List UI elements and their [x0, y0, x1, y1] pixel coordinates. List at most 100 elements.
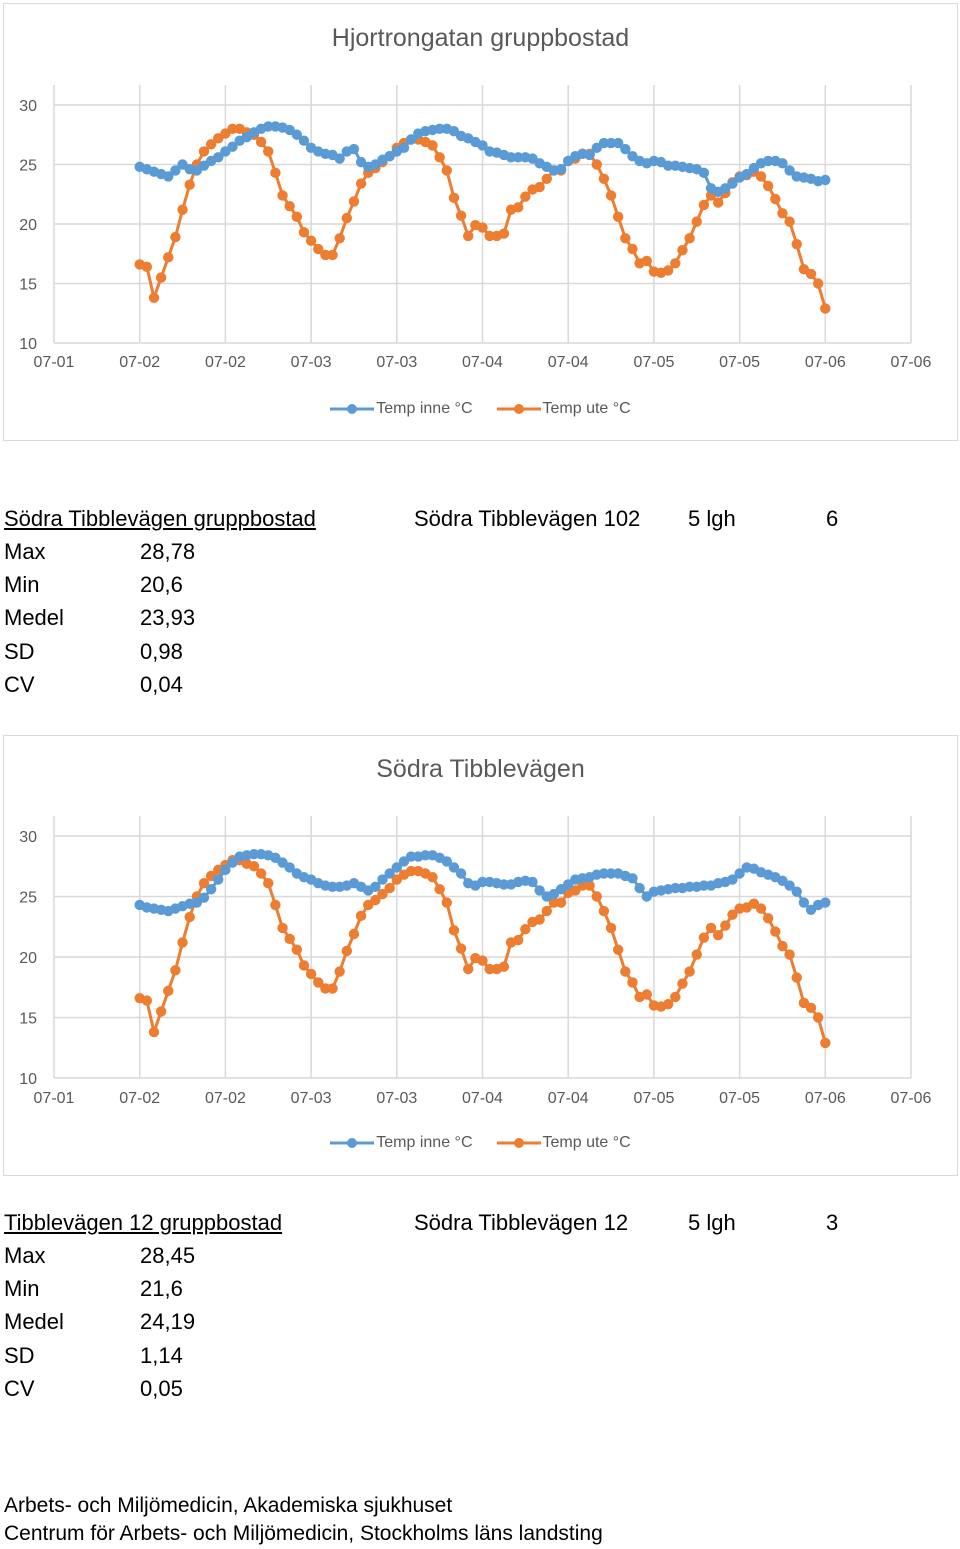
x-tick-label: 07-06 — [805, 354, 846, 371]
stat-label: SD — [4, 1342, 35, 1368]
stat-label: Min — [4, 1276, 40, 1302]
data-point-outside — [684, 966, 695, 977]
x-tick-label: 07-01 — [34, 1090, 75, 1107]
data-point-outside — [327, 983, 338, 994]
data-point-outside — [513, 202, 524, 213]
x-tick-label: 07-01 — [34, 354, 75, 371]
stat-value: 21,6 — [140, 1276, 183, 1302]
data-point-outside — [184, 179, 195, 190]
data-point-outside — [441, 897, 452, 908]
block2-address: Södra Tibblevägen 12 — [414, 1210, 629, 1235]
data-point-outside — [477, 222, 488, 233]
footer-line-2: Centrum för Arbets- och Miljömedicin, St… — [4, 1522, 603, 1545]
data-point-outside — [541, 173, 552, 184]
data-point-outside — [712, 930, 724, 941]
x-tick-label: 07-06 — [891, 354, 932, 371]
data-point-outside — [598, 173, 610, 184]
data-point-inside — [791, 886, 802, 897]
data-point-outside — [184, 911, 195, 923]
data-point-outside — [141, 995, 153, 1006]
data-point-outside — [177, 204, 188, 215]
data-point-outside — [534, 914, 545, 925]
data-point-outside — [291, 211, 303, 223]
data-point-outside — [591, 891, 602, 902]
data-point-outside — [498, 228, 510, 239]
data-point-inside — [555, 164, 567, 175]
x-tick-label: 07-02 — [205, 1090, 246, 1107]
x-tick-label: 07-05 — [633, 354, 674, 371]
data-point-outside — [334, 966, 345, 977]
stat-value: 24,19 — [140, 1309, 196, 1335]
legend-label-inside: Temp inne °C — [376, 400, 473, 417]
data-point-outside — [820, 303, 831, 314]
data-point-outside — [334, 233, 345, 244]
data-point-outside — [534, 181, 545, 193]
data-point-outside — [434, 152, 445, 163]
data-point-outside — [148, 1026, 160, 1038]
data-point-outside — [784, 216, 795, 227]
y-tick-label: 25 — [19, 158, 37, 175]
block2-count: 3 — [826, 1210, 839, 1235]
data-point-outside — [641, 989, 652, 1000]
stat-label: Max — [4, 539, 46, 564]
stat-value: 28,45 — [140, 1243, 196, 1268]
x-tick-label: 07-05 — [633, 1090, 674, 1107]
data-point-outside — [770, 926, 781, 937]
data-point-outside — [163, 252, 174, 263]
data-point-outside — [698, 932, 710, 943]
data-point-outside — [791, 972, 802, 983]
data-point-outside — [720, 920, 731, 931]
data-point-outside — [284, 200, 295, 212]
data-point-inside — [348, 143, 360, 155]
stat-value: 28,78 — [140, 539, 196, 564]
x-tick-label: 07-03 — [376, 1090, 417, 1107]
footer-line-1: Arbets- och Miljömedicin, Akademiska sju… — [4, 1494, 453, 1517]
stat-value: 0,04 — [140, 671, 183, 697]
data-point-outside — [791, 239, 802, 250]
data-point-outside — [348, 196, 360, 207]
data-point-outside — [298, 960, 310, 971]
data-point-outside — [670, 258, 681, 269]
data-point-outside — [255, 868, 267, 879]
data-point-outside — [427, 140, 438, 151]
data-point-outside — [620, 233, 631, 244]
data-point-outside — [612, 944, 624, 955]
y-tick-label: 25 — [19, 890, 37, 907]
legend-item-outside: Temp ute °C — [496, 1134, 631, 1152]
data-point-outside — [805, 268, 817, 280]
data-point-outside — [177, 937, 188, 948]
data-point-outside — [384, 882, 395, 894]
data-point-outside — [305, 968, 317, 980]
data-point-outside — [627, 977, 638, 988]
stat-value: 0,98 — [140, 638, 183, 664]
data-point-outside — [812, 278, 824, 289]
legend-marker-outside — [496, 404, 541, 414]
x-tick-label: 07-03 — [291, 354, 332, 371]
data-point-outside — [770, 193, 781, 205]
x-tick-label: 07-03 — [376, 354, 417, 371]
data-point-outside — [170, 231, 181, 243]
data-point-outside — [448, 925, 460, 936]
data-point-outside — [263, 146, 274, 157]
x-tick-label: 07-06 — [805, 1090, 846, 1107]
data-point-inside — [455, 868, 467, 879]
y-tick-label: 30 — [19, 829, 37, 846]
data-point-outside — [327, 249, 338, 261]
x-tick-label: 07-05 — [719, 354, 760, 371]
data-point-inside — [213, 874, 224, 885]
stat-value: 23,93 — [140, 605, 196, 631]
data-point-inside — [527, 876, 538, 888]
data-point-outside — [141, 261, 153, 273]
data-point-outside — [541, 905, 552, 917]
data-point-outside — [513, 934, 524, 946]
data-point-outside — [291, 944, 303, 955]
chart-plot: 10 15 20 25 30 07-01 07-02 07-02 07-03 07-03 07-04… — [19, 85, 932, 371]
data-point-outside — [812, 1012, 824, 1023]
data-point-outside — [255, 136, 267, 148]
data-point-outside — [555, 897, 567, 908]
x-tick-label: 07-04 — [548, 1090, 589, 1107]
data-point-outside — [677, 244, 688, 256]
data-point-outside — [627, 243, 638, 255]
data-point-inside — [627, 873, 638, 884]
data-point-outside — [355, 178, 367, 189]
